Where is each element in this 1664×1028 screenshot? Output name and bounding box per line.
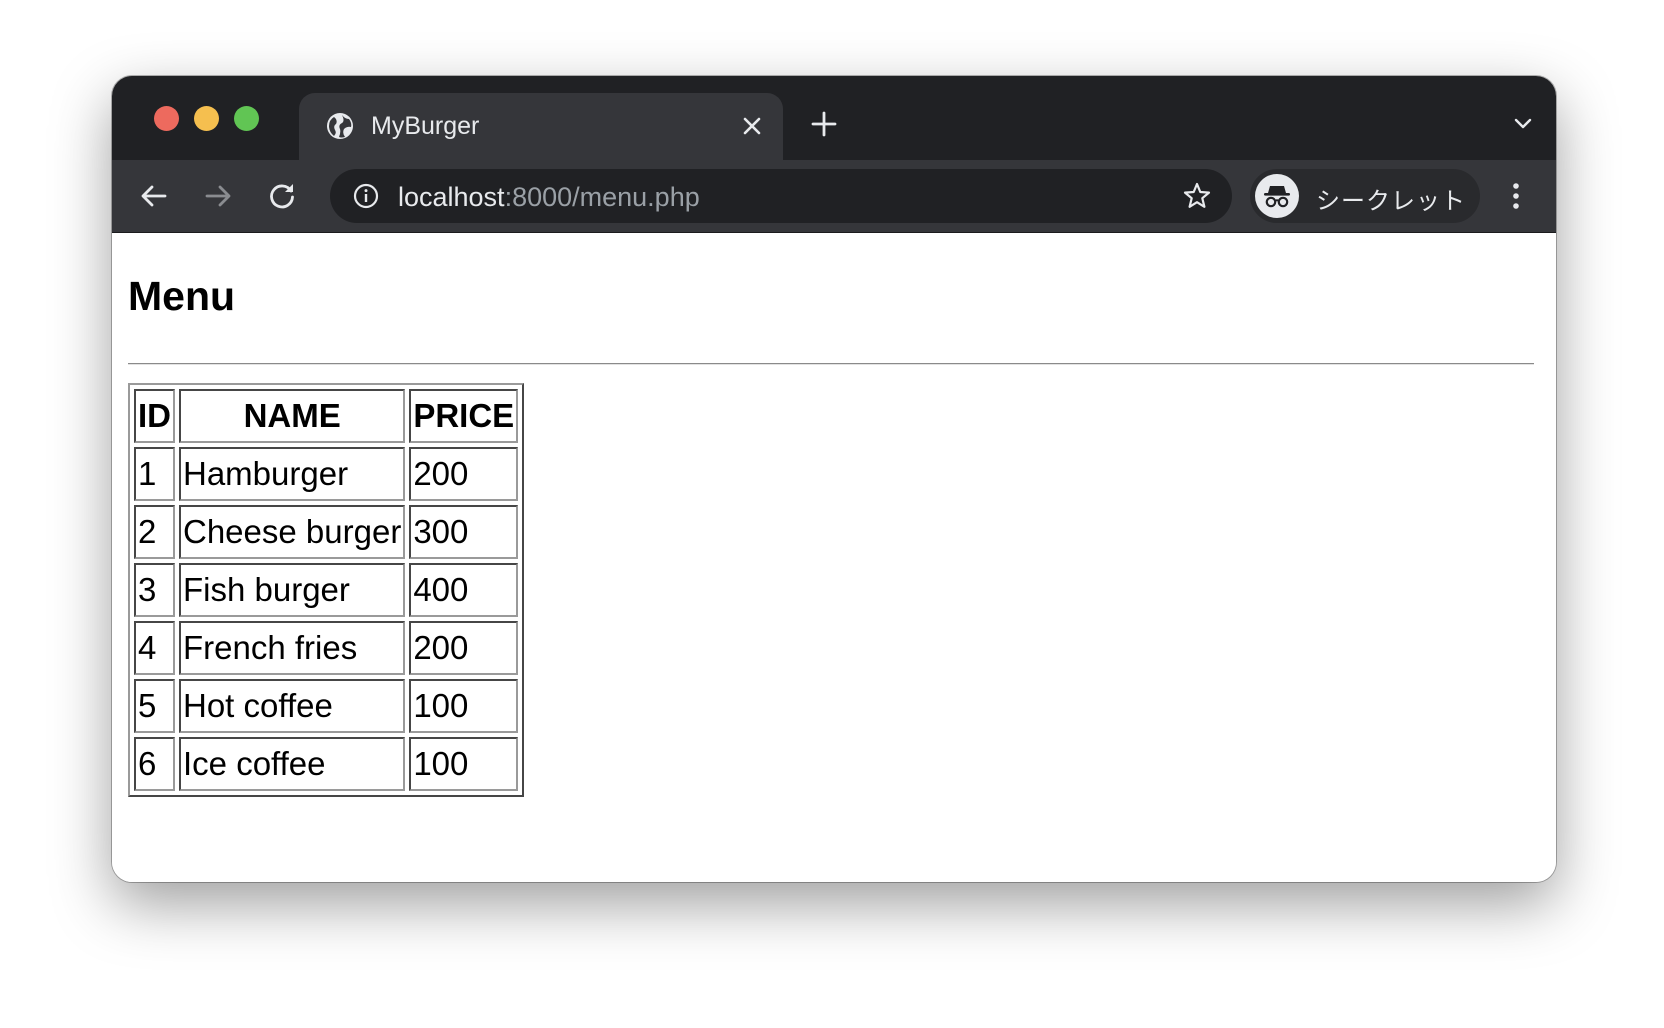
cell-name: Hamburger — [179, 447, 406, 501]
close-icon[interactable] — [737, 111, 767, 141]
table-row: 3 Fish burger 400 — [134, 563, 519, 617]
cell-price: 400 — [409, 563, 519, 617]
cell-id: 5 — [134, 679, 175, 733]
column-header-name: NAME — [179, 389, 406, 443]
arrow-left-icon[interactable] — [134, 176, 174, 216]
table-row: 2 Cheese burger 300 — [134, 505, 519, 559]
star-icon[interactable] — [1182, 181, 1212, 211]
cell-id: 3 — [134, 563, 175, 617]
toolbar: localhost:8000/menu.php シークレット — [112, 160, 1556, 233]
page-title: Menu — [128, 273, 236, 319]
minimize-window-button[interactable] — [194, 106, 219, 131]
zoom-window-button[interactable] — [234, 106, 259, 131]
cell-price: 100 — [409, 737, 519, 791]
cell-name: Ice coffee — [179, 737, 406, 791]
table-row: 4 French fries 200 — [134, 621, 519, 675]
plus-icon[interactable] — [806, 106, 842, 142]
cell-price: 300 — [409, 505, 519, 559]
chevron-down-icon[interactable] — [1508, 108, 1538, 138]
cell-price: 100 — [409, 679, 519, 733]
url-path: :8000/menu.php — [504, 182, 700, 212]
table-header-row: ID NAME PRICE — [134, 389, 519, 443]
column-header-price: PRICE — [409, 389, 519, 443]
table-row: 5 Hot coffee 100 — [134, 679, 519, 733]
cell-name: Cheese burger — [179, 505, 406, 559]
close-window-button[interactable] — [154, 106, 179, 131]
cell-name: French fries — [179, 621, 406, 675]
incognito-label: シークレット — [1316, 188, 1466, 215]
globe-icon — [325, 111, 355, 141]
cell-price: 200 — [409, 447, 519, 501]
table-row: 6 Ice coffee 100 — [134, 737, 519, 791]
arrow-right-icon[interactable] — [198, 176, 238, 216]
cell-price: 200 — [409, 621, 519, 675]
horizontal-rule — [128, 363, 1534, 365]
page-content: Menu ID NAME PRICE 1 Hamburger 200 2 Che… — [112, 233, 1556, 882]
incognito-icon — [1255, 174, 1299, 218]
menu-table: ID NAME PRICE 1 Hamburger 200 2 Cheese b… — [128, 383, 525, 797]
url-text[interactable]: localhost:8000/menu.php — [398, 182, 700, 213]
cell-id: 6 — [134, 737, 175, 791]
reload-icon[interactable] — [262, 176, 302, 216]
table-row: 1 Hamburger 200 — [134, 447, 519, 501]
tab-myburger[interactable]: MyBurger — [299, 93, 783, 160]
browser-window: MyBurger localhost:8000/menu.php シークレット … — [112, 76, 1556, 882]
info-icon[interactable] — [352, 182, 380, 210]
incognito-chip[interactable]: シークレット — [1250, 169, 1480, 223]
cell-id: 1 — [134, 447, 175, 501]
cell-name: Fish burger — [179, 563, 406, 617]
cell-id: 4 — [134, 621, 175, 675]
cell-id: 2 — [134, 505, 175, 559]
url-host: localhost — [398, 182, 505, 212]
column-header-id: ID — [134, 389, 175, 443]
tab-strip: MyBurger — [112, 76, 1556, 160]
tab-title: MyBurger — [371, 112, 480, 140]
kebab-menu-icon[interactable] — [1496, 176, 1536, 216]
address-bar[interactable]: localhost:8000/menu.php — [330, 169, 1232, 223]
cell-name: Hot coffee — [179, 679, 406, 733]
